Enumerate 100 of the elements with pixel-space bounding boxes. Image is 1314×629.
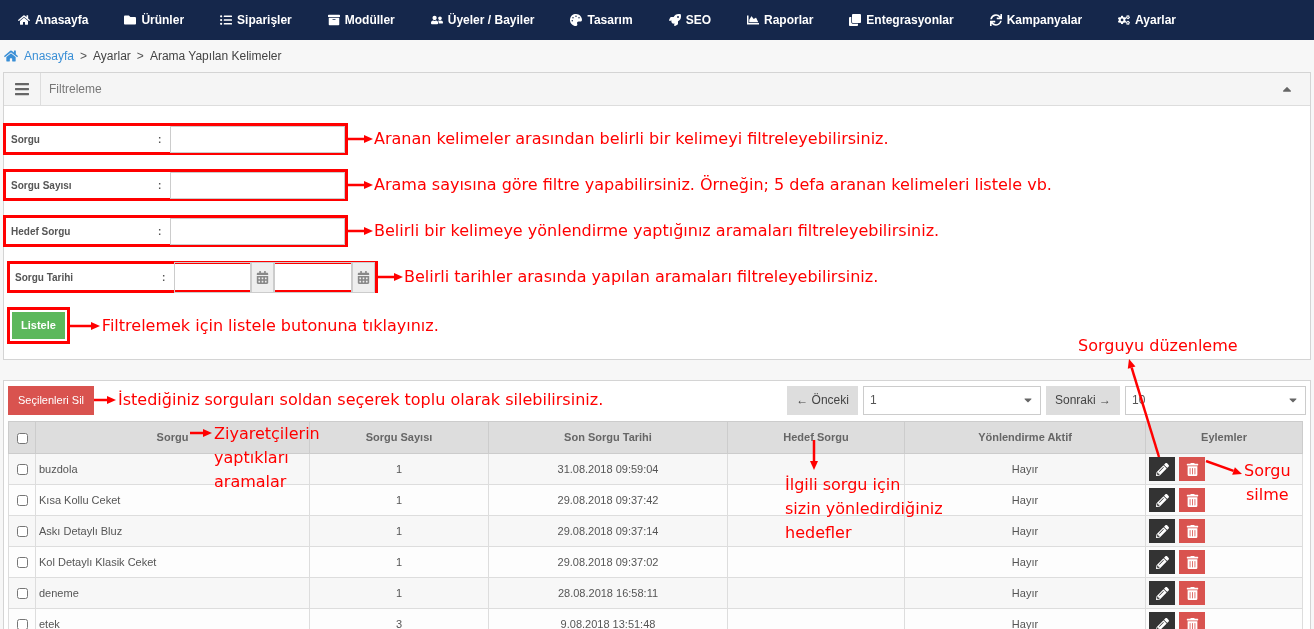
text-input[interactable] — [170, 217, 345, 245]
edit-button[interactable] — [1149, 550, 1175, 574]
table-cell: 29.08.2018 09:37:42 — [557, 493, 659, 506]
nav-link[interactable]: Ürünler — [124, 11, 185, 29]
nav-link[interactable]: SEO — [668, 11, 711, 29]
row-checkbox[interactable] — [16, 464, 28, 476]
calendar-addon[interactable] — [251, 261, 274, 293]
trash-icon — [1185, 555, 1199, 569]
field-label: Sorgu Sayısı — [10, 178, 73, 193]
table-cell: Kol Detaylı Klasik Ceket — [39, 555, 157, 568]
text-input[interactable] — [170, 125, 345, 153]
annotation-text: Belirli tarihler arasında yapılan aramaları filtreleyebilirsiniz. — [404, 266, 879, 288]
users-icon — [430, 14, 443, 26]
edit-button[interactable] — [1149, 457, 1175, 481]
row-checkbox[interactable] — [16, 588, 28, 600]
nav-link[interactable]: Siparişler — [220, 11, 292, 29]
row-checkbox[interactable] — [16, 557, 28, 569]
table-cell: 28.08.2018 16:58:11 — [557, 586, 659, 599]
colon: : — [158, 178, 163, 193]
table-cell: 1 — [395, 555, 403, 568]
breadcrumb-separator: > — [136, 48, 144, 65]
pencil-icon — [1155, 462, 1169, 476]
annotation-text: Belirli bir kelimeye yönlendirme yaptığınız aramaları filtreleyebilirsiniz. — [374, 220, 940, 242]
table-cell: 29.08.2018 09:37:14 — [557, 524, 659, 537]
date-input[interactable] — [174, 261, 251, 293]
column-header: Hedef Sorgu — [783, 431, 849, 444]
table-cell: deneme — [39, 586, 79, 599]
annotation-text: Aranan kelimeler arasından belirli bir kelimeyi filtreleyebilirsiniz. — [374, 128, 889, 150]
delete-selected-button[interactable]: Seçilenleri Sil — [8, 385, 95, 415]
rocket-icon — [668, 14, 681, 26]
nav-link[interactable]: Tasarım — [570, 11, 633, 29]
panel-title: Filtreleme — [49, 81, 102, 98]
table-cell: Hayır — [1011, 524, 1039, 537]
nav-link[interactable]: Raporlar — [746, 11, 814, 29]
edit-button[interactable] — [1149, 488, 1175, 512]
row-checkbox[interactable] — [16, 619, 28, 629]
annotation-text: İstediğiniz sorguları soldan seçerek toplu olarak silebilirsiniz. — [118, 389, 604, 411]
trash-icon — [1185, 617, 1199, 629]
edit-button[interactable] — [1149, 612, 1175, 629]
previous-button[interactable]: ← Önceki — [787, 385, 858, 415]
chart-icon — [746, 14, 759, 26]
column-header: Sorgu — [156, 431, 189, 444]
calendar-icon — [357, 270, 370, 284]
breadcrumb-item: Ayarlar — [93, 48, 131, 65]
table-cell: 31.08.2018 09:59:04 — [557, 462, 659, 475]
delete-button[interactable] — [1179, 581, 1205, 605]
table-cell: 3 — [395, 617, 403, 629]
table-cell: Hayır — [1011, 555, 1039, 568]
table-cell: 1 — [395, 524, 403, 537]
column-header: Son Sorgu Tarihi — [564, 431, 652, 444]
table-cell: etek — [39, 617, 60, 629]
settings-icon — [1118, 14, 1131, 26]
nav-link[interactable]: Entegrasyonlar — [849, 11, 954, 29]
pencil-icon — [1155, 586, 1169, 600]
table-cell: Hayır — [1011, 586, 1039, 599]
table-cell: Askı Detaylı Bluz — [39, 524, 123, 537]
colon: : — [158, 132, 163, 147]
sync-icon — [989, 14, 1002, 26]
nav-link[interactable]: Üyeler / Bayiler — [430, 11, 535, 29]
field-label: Sorgu — [10, 132, 41, 147]
edit-button[interactable] — [1149, 519, 1175, 543]
trash-icon — [1185, 493, 1199, 507]
table-cell: Hayır — [1011, 462, 1039, 475]
pencil-icon — [1155, 555, 1169, 569]
table-cell: Kısa Kollu Ceket — [39, 493, 121, 506]
column-header: Yönlendirme Aktif — [978, 431, 1072, 444]
table-cell: 29.08.2018 09:37:02 — [557, 555, 659, 568]
calendar-addon[interactable] — [352, 261, 375, 293]
select-all-checkbox[interactable] — [16, 432, 28, 444]
pencil-icon — [1155, 617, 1169, 629]
next-button[interactable]: Sonraki → — [1045, 385, 1120, 415]
delete-button[interactable] — [1179, 519, 1205, 543]
text-input[interactable] — [170, 171, 345, 199]
trash-icon — [1185, 586, 1199, 600]
annotation-text: Ziyaretçilerin yaptıkları aramalar — [214, 423, 320, 493]
nav-link[interactable]: Anasayfa — [18, 11, 89, 29]
folder-icon — [124, 14, 137, 26]
row-checkbox[interactable] — [16, 526, 28, 538]
delete-button[interactable] — [1179, 457, 1205, 481]
copy-icon — [849, 14, 862, 26]
nav-link[interactable]: Kampanyalar — [989, 11, 1083, 29]
archive-box-icon — [327, 14, 340, 26]
delete-button[interactable] — [1179, 488, 1205, 512]
annotation-text: Filtrelemek için listele butonuna tıklayınız. — [101, 314, 439, 337]
delete-button[interactable] — [1179, 550, 1205, 574]
palette-icon — [570, 14, 583, 26]
breadcrumb-separator: > — [80, 48, 88, 65]
date-input[interactable] — [274, 261, 352, 293]
menu-icon[interactable] — [14, 81, 30, 97]
table-cell: 9.08.2018 13:51:48 — [560, 617, 656, 629]
trash-icon — [1185, 524, 1199, 538]
home-icon — [4, 49, 18, 63]
row-checkbox[interactable] — [16, 495, 28, 507]
edit-button[interactable] — [1149, 581, 1175, 605]
nav-link[interactable]: Ayarlar — [1118, 11, 1176, 29]
page-select[interactable]: 1 — [862, 385, 1041, 415]
nav-link[interactable]: Modüller — [327, 11, 395, 29]
trash-icon — [1185, 462, 1199, 476]
delete-button[interactable] — [1179, 612, 1205, 629]
home-icon — [18, 14, 30, 26]
